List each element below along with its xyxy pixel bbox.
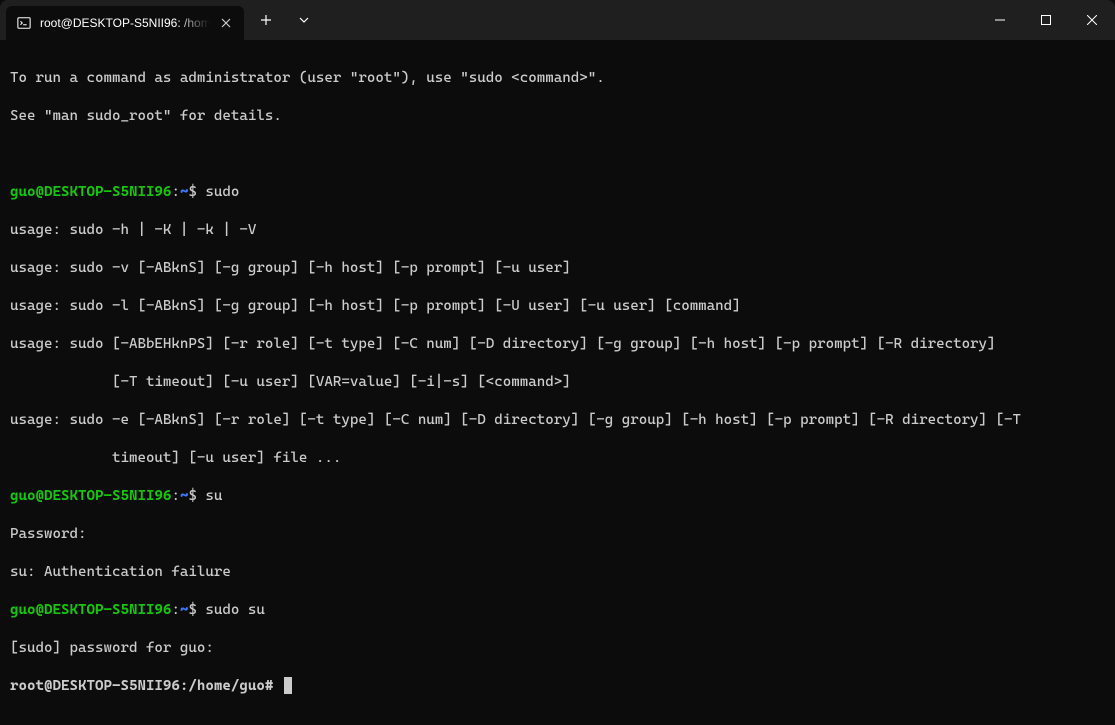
root-prompt: root@DESKTOP-S5NII96:/home/guo# <box>10 678 273 694</box>
tab-title: root@DESKTOP-S5NII96: /home/guo <box>40 16 210 30</box>
close-window-button[interactable] <box>1069 0 1115 40</box>
dollar: $ <box>188 488 197 504</box>
output-line: Password: <box>10 525 1105 544</box>
user-host: guo@DESKTOP-S5NII96 <box>10 602 171 618</box>
output-line: usage: sudo -h | -K | -k | -V <box>10 221 1105 240</box>
new-tab-button[interactable] <box>250 4 282 36</box>
command: sudo <box>197 184 239 200</box>
output-line: usage: sudo [-ABbEHknPS] [-r role] [-t t… <box>10 335 1105 354</box>
output-line: usage: sudo -l [-ABknS] [-g group] [-h h… <box>10 297 1105 316</box>
output-line: See "man sudo_root" for details. <box>10 107 1105 126</box>
output-line: timeout] [-u user] file ... <box>10 449 1105 468</box>
blank-line <box>10 145 1105 164</box>
output-line: usage: sudo -v [-ABknS] [-g group] [-h h… <box>10 259 1105 278</box>
window-controls <box>977 0 1115 40</box>
title-bar: root@DESKTOP-S5NII96: /home/guo <box>0 0 1115 40</box>
output-line: usage: sudo -e [-ABknS] [-r role] [-t ty… <box>10 411 1105 430</box>
colon: : <box>171 488 180 504</box>
output-line: [sudo] password for guo: <box>10 639 1105 658</box>
cursor <box>284 677 292 694</box>
tab-dropdown-button[interactable] <box>288 4 320 36</box>
terminal-output[interactable]: To run a command as administrator (user … <box>0 40 1115 725</box>
dollar: $ <box>188 602 197 618</box>
output-line: [-T timeout] [-u user] [VAR=value] [-i|-… <box>10 373 1105 392</box>
colon: : <box>171 602 180 618</box>
maximize-button[interactable] <box>1023 0 1069 40</box>
user-host: guo@DESKTOP-S5NII96 <box>10 184 171 200</box>
prompt-line: guo@DESKTOP-S5NII96:~$ sudo <box>10 183 1105 202</box>
root-prompt-line: root@DESKTOP-S5NII96:/home/guo# <box>10 677 1105 696</box>
output-line: su: Authentication failure <box>10 563 1105 582</box>
dollar: $ <box>188 184 197 200</box>
prompt-line: guo@DESKTOP-S5NII96:~$ su <box>10 487 1105 506</box>
colon: : <box>171 184 180 200</box>
minimize-button[interactable] <box>977 0 1023 40</box>
user-host: guo@DESKTOP-S5NII96 <box>10 488 171 504</box>
command: su <box>197 488 223 504</box>
terminal-icon <box>16 15 32 31</box>
terminal-tab[interactable]: root@DESKTOP-S5NII96: /home/guo <box>6 6 244 40</box>
output-line: To run a command as administrator (user … <box>10 69 1105 88</box>
command: sudo su <box>197 602 265 618</box>
tab-close-icon[interactable] <box>218 15 234 31</box>
prompt-line: guo@DESKTOP-S5NII96:~$ sudo su <box>10 601 1105 620</box>
